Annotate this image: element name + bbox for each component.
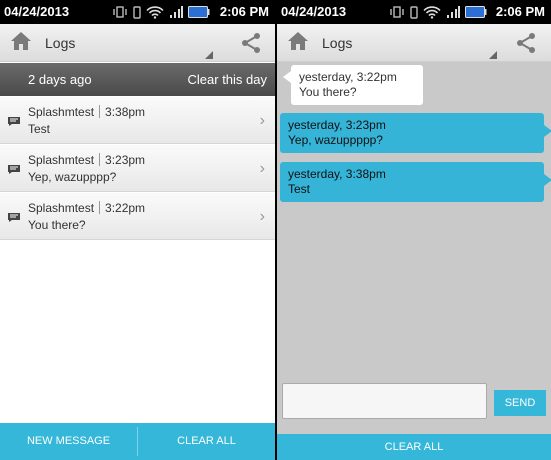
share-icon[interactable] <box>515 32 537 59</box>
outgoing-message-bubble[interactable]: yesterday, 3:38pm Test <box>280 162 551 202</box>
status-bar: 04/24/2013 2:06 PM <box>277 0 551 24</box>
action-bar: Logs <box>0 24 275 62</box>
message-text: You there? <box>299 85 357 99</box>
dual-screenshot: 04/24/2013 2:06 PM Logs 2 days ago Clear… <box>0 0 551 460</box>
status-bar: 04/24/2013 2:06 PM <box>0 0 275 24</box>
log-contact: Splashmtest <box>28 153 95 167</box>
log-header: Splashmtest 3:22pm <box>28 201 145 215</box>
log-message: Yep, wazupppp? <box>28 170 117 184</box>
message-icon <box>7 210 21 228</box>
status-icons <box>112 5 210 19</box>
chevron-right-icon: › <box>259 112 265 129</box>
chevron-right-icon: › <box>259 160 265 177</box>
log-time: 3:23pm <box>105 153 146 167</box>
message-icon <box>7 162 21 180</box>
incoming-message-bubble[interactable]: yesterday, 3:22pm You there? <box>283 65 423 105</box>
log-time: 3:22pm <box>105 201 146 215</box>
message-text: Yep, wazuppppp? <box>288 133 383 147</box>
message-compose-input[interactable] <box>282 383 487 419</box>
bottom-action-bar: NEW MESSAGE CLEAR ALL <box>0 423 275 460</box>
bubble-tail <box>544 125 551 137</box>
bubble-tail <box>283 71 291 83</box>
message-timestamp: yesterday, 3:38pm <box>288 167 386 181</box>
dropdown-indicator-icon[interactable] <box>205 51 213 59</box>
log-row[interactable]: Splashmtest 3:22pm You there? › <box>0 193 275 240</box>
send-button[interactable]: SEND <box>494 390 546 416</box>
log-contact: Splashmtest <box>28 201 95 215</box>
log-message: Test <box>28 122 51 136</box>
vibrate-icon <box>390 6 404 18</box>
separator <box>99 153 101 166</box>
message-timestamp: yesterday, 3:23pm <box>288 118 386 132</box>
signal-icon <box>447 5 460 18</box>
clear-day-button[interactable]: Clear this day <box>188 72 267 87</box>
separator <box>99 201 101 214</box>
log-message: You there? <box>28 218 86 232</box>
section-date-label: 2 days ago <box>28 72 92 87</box>
action-bar: Logs <box>277 24 551 62</box>
phone-status-icon <box>410 5 418 19</box>
phone-status-icon <box>133 5 141 19</box>
message-timestamp: yesterday, 3:22pm <box>299 70 397 84</box>
log-header: Splashmtest 3:23pm <box>28 153 145 167</box>
page-title[interactable]: Logs <box>322 35 352 51</box>
share-icon[interactable] <box>240 32 262 59</box>
status-time: 2:06 PM <box>495 4 545 19</box>
wifi-icon <box>423 5 441 19</box>
signal-icon <box>170 5 183 18</box>
log-row[interactable]: Splashmtest 3:23pm Yep, wazupppp? › <box>0 145 275 192</box>
vibrate-icon <box>113 6 127 18</box>
separator <box>99 105 101 118</box>
battery-icon <box>465 6 487 18</box>
battery-icon <box>188 6 210 18</box>
bubble-tail <box>544 174 551 186</box>
outgoing-message-bubble[interactable]: yesterday, 3:23pm Yep, wazuppppp? <box>280 113 551 153</box>
page-title[interactable]: Logs <box>45 35 75 51</box>
wifi-icon <box>146 5 164 19</box>
message-text: Test <box>288 182 311 196</box>
status-date: 04/24/2013 <box>4 4 70 19</box>
log-header: Splashmtest 3:38pm <box>28 105 145 119</box>
log-time: 3:38pm <box>105 105 146 119</box>
message-icon <box>7 114 21 132</box>
status-time: 2:06 PM <box>219 4 269 19</box>
logs-list-screen: 04/24/2013 2:06 PM Logs 2 days ago Clear… <box>0 0 275 460</box>
status-icons <box>389 5 487 19</box>
new-message-button[interactable]: NEW MESSAGE <box>0 423 137 460</box>
log-contact: Splashmtest <box>28 105 95 119</box>
status-date: 04/24/2013 <box>281 4 347 19</box>
clear-all-button[interactable]: CLEAR ALL <box>138 423 275 460</box>
home-icon[interactable] <box>10 31 32 56</box>
home-icon[interactable] <box>287 31 309 56</box>
day-section-header: 2 days ago Clear this day <box>0 63 275 96</box>
clear-all-button[interactable]: CLEAR ALL <box>277 434 551 460</box>
log-row[interactable]: Splashmtest 3:38pm Test › <box>0 97 275 144</box>
dropdown-indicator-icon[interactable] <box>489 51 497 59</box>
chevron-right-icon: › <box>259 208 265 225</box>
